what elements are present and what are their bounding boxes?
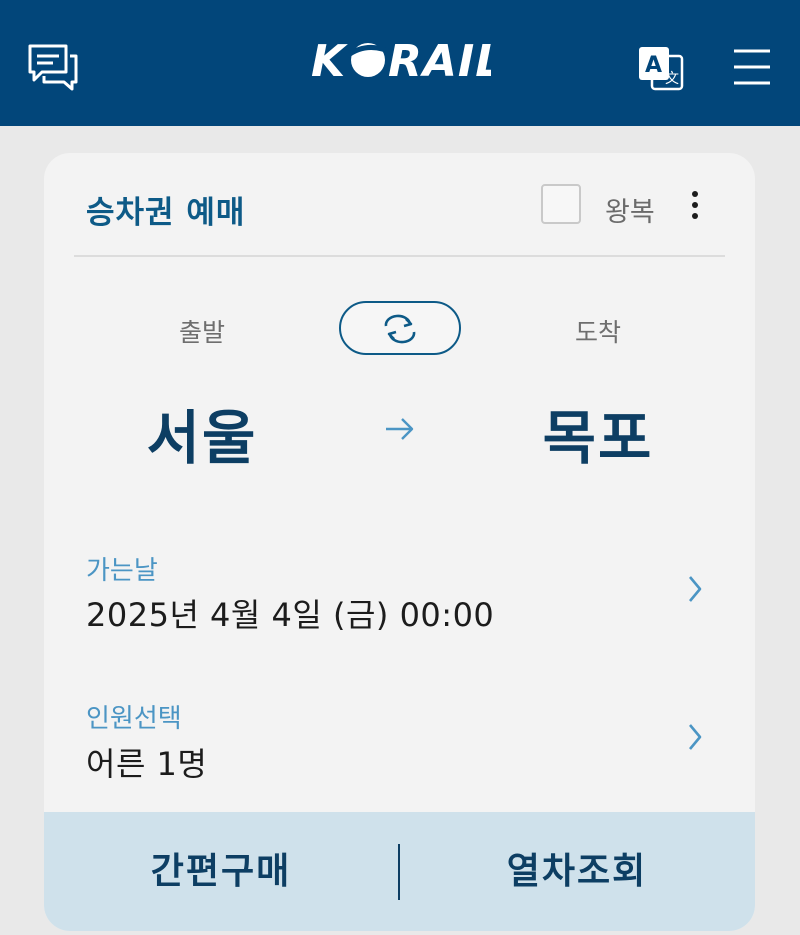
svg-text:文: 文	[665, 71, 679, 87]
round-trip-label[interactable]: 왕복	[605, 190, 655, 229]
svg-text:K: K	[311, 36, 348, 84]
round-trip-checkbox[interactable]	[541, 184, 581, 224]
departure-station[interactable]: 서울	[92, 391, 312, 475]
ticket-booking-card: 승차권 예매 왕복 출발 도착 서울 목포 가는날 2025년 4월 4일 (금…	[44, 153, 755, 931]
arrival-label: 도착	[574, 318, 621, 347]
top-navigation-bar: K RAIL A 文	[0, 0, 800, 126]
action-bar: 간편구매 열차조회	[44, 812, 755, 931]
swap-icon	[384, 314, 416, 344]
arrow-right-icon	[384, 416, 416, 446]
passenger-value[interactable]: 어른 1명	[86, 739, 207, 785]
departure-label: 출발	[178, 318, 225, 347]
svg-text:A: A	[645, 53, 662, 78]
swap-stations-button[interactable]	[339, 301, 461, 355]
chevron-right-icon[interactable]	[685, 721, 705, 753]
header-divider	[74, 255, 725, 257]
quick-purchase-button[interactable]: 간편구매	[44, 812, 398, 931]
translate-icon[interactable]: A 文	[636, 44, 686, 92]
svg-text:RAIL: RAIL	[388, 36, 491, 84]
date-label: 가는날	[86, 556, 158, 586]
chat-icon[interactable]	[26, 42, 80, 92]
more-options-icon[interactable]	[685, 189, 705, 223]
korail-logo[interactable]: K RAIL	[311, 34, 503, 87]
train-search-button[interactable]: 열차조회	[400, 812, 754, 931]
passenger-label: 인원선택	[86, 704, 182, 734]
card-title: 승차권 예매	[86, 195, 246, 231]
menu-icon[interactable]	[732, 46, 772, 88]
date-value[interactable]: 2025년 4월 4일 (금) 00:00	[86, 590, 494, 636]
arrival-station[interactable]: 목포	[488, 391, 708, 475]
chevron-right-icon[interactable]	[685, 573, 705, 605]
